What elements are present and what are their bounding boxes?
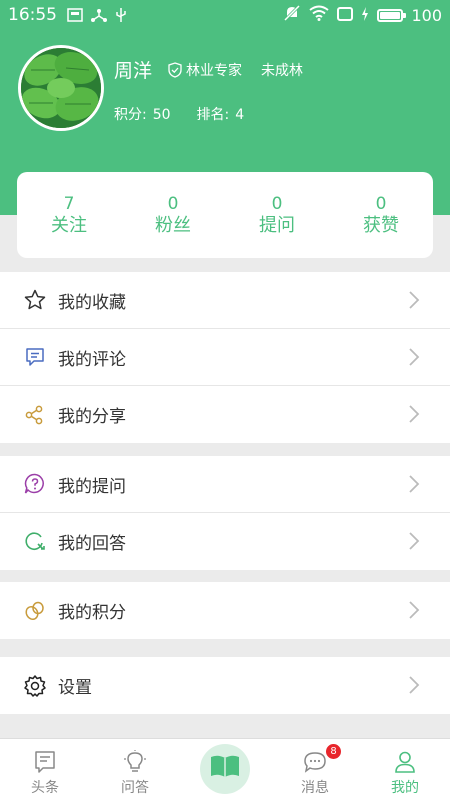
avatar[interactable] <box>18 45 104 131</box>
menu-label: 我的收藏 <box>58 292 126 313</box>
chevron-right-icon <box>409 475 420 493</box>
stats-card: 7 关注 0 粉丝 0 提问 0 获赞 <box>17 172 433 258</box>
chevron-right-icon <box>409 601 420 619</box>
menu-item-settings[interactable]: 设置 <box>0 657 450 714</box>
menu-group-settings: 设置 <box>0 657 450 714</box>
expert-badge: 林业专家 <box>168 60 242 80</box>
menu-item-comments[interactable]: 我的评论 <box>0 329 450 386</box>
no-sim-icon <box>337 6 354 25</box>
expert-title: 林业专家 <box>186 63 242 79</box>
open-book-icon <box>209 754 241 784</box>
stat-questions[interactable]: 0 提问 <box>225 172 329 258</box>
mute-icon <box>283 4 301 26</box>
shield-check-icon <box>168 62 182 78</box>
stat-following[interactable]: 7 关注 <box>17 172 121 258</box>
chevron-right-icon <box>409 291 420 309</box>
chevron-right-icon <box>409 676 420 694</box>
stat-followers[interactable]: 0 粉丝 <box>121 172 225 258</box>
username: 周洋 <box>114 60 153 82</box>
news-icon <box>0 749 90 775</box>
rank-value: 4 <box>235 107 245 123</box>
points-rank-line: 积分: 50 排名: 4 <box>114 104 250 124</box>
menu-item-points[interactable]: 我的积分 <box>0 582 450 639</box>
stat-label: 提问 <box>259 215 295 236</box>
comment-icon <box>24 346 46 368</box>
tab-headlines[interactable]: 头条 <box>0 739 90 800</box>
menu-item-answers[interactable]: 我的回答 <box>0 513 450 570</box>
menu-group-activity: 我的收藏 我的评论 我的分享 <box>0 272 450 443</box>
chevron-right-icon <box>409 348 420 366</box>
forest-level: 未成林 <box>261 63 303 79</box>
message-badge: 8 <box>326 744 341 759</box>
battery-percent: 100 <box>411 5 442 25</box>
stat-value: 0 <box>271 194 283 214</box>
menu-label: 我的提问 <box>58 476 126 497</box>
menu-group-points: 我的积分 <box>0 582 450 639</box>
screenshot-icon <box>67 8 83 22</box>
battery-level <box>380 11 401 19</box>
tab-mine[interactable]: 我的 <box>360 739 450 800</box>
menu-item-shares[interactable]: 我的分享 <box>0 386 450 443</box>
battery-icon <box>377 8 407 22</box>
question-icon <box>24 473 46 495</box>
tab-label: 我的 <box>391 780 419 796</box>
chat-bubble-icon <box>270 749 360 775</box>
share-icon <box>24 404 46 426</box>
stat-value: 7 <box>63 194 75 214</box>
tab-qa[interactable]: 问答 <box>90 739 180 800</box>
gear-icon <box>24 674 46 697</box>
menu-label: 设置 <box>58 678 92 698</box>
stat-likes[interactable]: 0 获赞 <box>329 172 433 258</box>
rank-label: 排名: <box>196 107 230 123</box>
menu-item-favorites[interactable]: 我的收藏 <box>0 272 450 329</box>
status-time: 16:55 <box>8 5 57 25</box>
menu-label: 我的回答 <box>58 534 126 554</box>
charging-icon <box>361 6 369 25</box>
tab-label: 消息 <box>301 780 329 796</box>
chevron-right-icon <box>409 532 420 550</box>
stat-label: 粉丝 <box>155 215 191 236</box>
lightbulb-icon <box>90 749 180 775</box>
coins-icon <box>24 600 46 622</box>
tab-label: 头条 <box>31 780 59 796</box>
plant-leaves-image <box>21 48 101 128</box>
status-bar: 16:55 100 <box>0 0 450 30</box>
share-network-icon <box>91 8 107 22</box>
answer-icon <box>24 531 46 553</box>
stat-label: 获赞 <box>363 215 399 236</box>
stat-value: 0 <box>167 194 179 214</box>
center-book-button[interactable] <box>200 744 250 794</box>
person-icon <box>360 749 450 775</box>
menu-label: 我的分享 <box>58 407 126 427</box>
menu-label: 我的评论 <box>58 349 126 370</box>
stat-value: 0 <box>375 194 387 214</box>
star-icon <box>24 289 46 311</box>
menu-group-qa: 我的提问 我的回答 <box>0 456 450 570</box>
menu-item-questions[interactable]: 我的提问 <box>0 456 450 513</box>
points-label: 积分: <box>114 107 147 123</box>
tab-label: 问答 <box>121 780 149 796</box>
wifi-icon <box>309 5 330 25</box>
usb-icon <box>115 7 127 23</box>
chevron-right-icon <box>409 405 420 423</box>
stat-label: 关注 <box>51 215 87 236</box>
menu-label: 我的积分 <box>58 603 126 623</box>
tab-messages[interactable]: 消息 <box>270 739 360 800</box>
points-value: 50 <box>152 107 171 123</box>
